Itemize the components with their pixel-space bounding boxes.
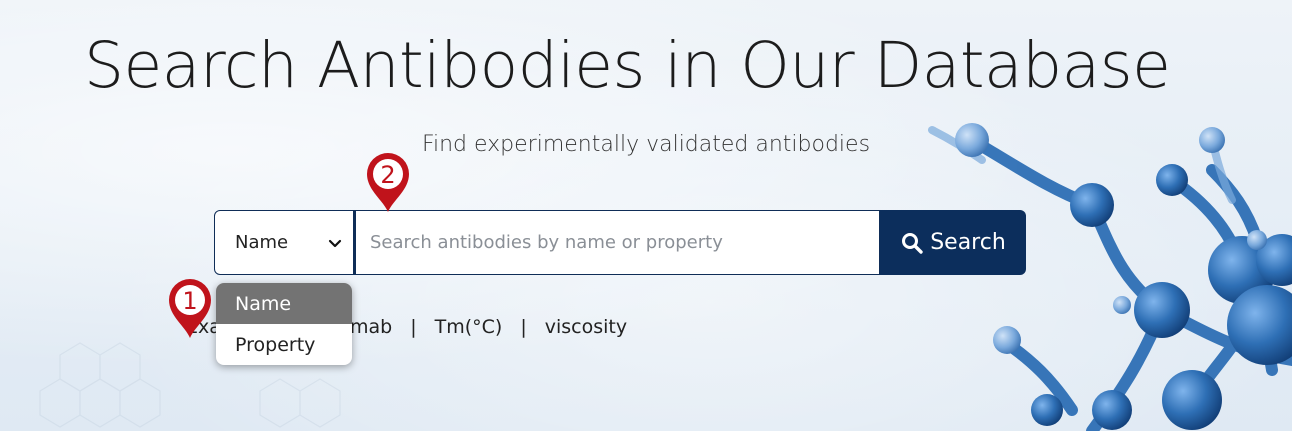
example-link-2[interactable]: Tm(°C) [435, 316, 503, 338]
search-input[interactable] [354, 210, 880, 275]
examples-separator: | [520, 316, 527, 338]
examples-separator: | [410, 316, 417, 338]
callout-marker-2: 2 [367, 153, 409, 212]
search-type-dropdown: Name Property [216, 283, 352, 365]
search-icon [902, 232, 923, 254]
callout-marker-2-number: 2 [380, 161, 395, 189]
search-type-select-value: Name [235, 232, 289, 253]
page-subtitle: Find experimentally validated antibodies [421, 132, 871, 157]
callout-marker-1: 1 [169, 279, 211, 338]
callout-marker-1-number: 1 [182, 287, 197, 315]
page-title: Search Antibodies in Our Database [84, 29, 1171, 102]
example-link-3[interactable]: viscosity [545, 316, 627, 338]
chevron-down-icon [328, 239, 342, 248]
search-button-label: Search [930, 230, 1006, 255]
dropdown-option-name[interactable]: Name [216, 283, 352, 324]
dropdown-option-property[interactable]: Property [216, 324, 352, 365]
search-type-select[interactable]: Name [214, 210, 354, 275]
search-button[interactable]: Search [880, 210, 1026, 275]
search-bar: Name Search [214, 210, 1026, 275]
